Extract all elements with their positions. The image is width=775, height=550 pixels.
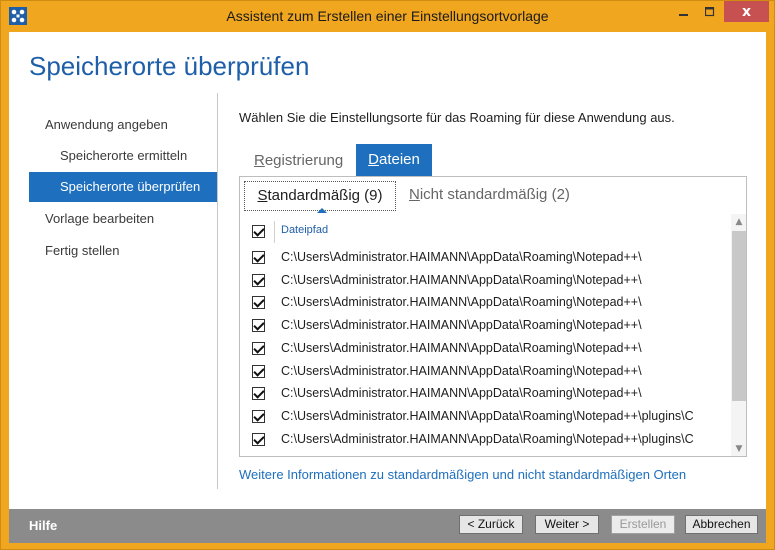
- row-checkbox[interactable]: [252, 432, 265, 446]
- column-header: Dateipfad: [252, 221, 722, 245]
- maximize-button[interactable]: [697, 1, 723, 22]
- wizard-window: Assistent zum Erstellen einer Einstellun…: [0, 0, 775, 550]
- minimize-button[interactable]: [670, 1, 697, 22]
- tab-registrierung-label: egistrierung: [264, 152, 344, 169]
- table-row[interactable]: C:\Users\Administrator.HAIMANN\AppData\R…: [240, 383, 730, 405]
- row-checkbox[interactable]: [252, 387, 265, 401]
- row-checkbox[interactable]: [252, 273, 265, 287]
- nav-step-anwendung-angeben[interactable]: Anwendung angeben: [29, 110, 217, 140]
- file-path: C:\Users\Administrator.HAIMANN\AppData\R…: [281, 363, 642, 378]
- file-path: C:\Users\Administrator.HAIMANN\AppData\R…: [281, 431, 694, 446]
- subtab-standardmaessig-label: tandardmäßig (9): [267, 187, 383, 204]
- table-row[interactable]: C:\Users\Administrator.HAIMANN\AppData\R…: [240, 315, 730, 337]
- file-list: C:\Users\Administrator.HAIMANN\AppData\R…: [240, 247, 730, 456]
- row-checkbox[interactable]: [252, 364, 265, 378]
- column-header-dateipfad[interactable]: Dateipfad: [281, 224, 328, 236]
- window-title: Assistent zum Erstellen einer Einstellun…: [226, 8, 549, 24]
- nav-step-speicherorte-ermitteln[interactable]: Speicherorte ermitteln: [29, 141, 217, 171]
- table-row[interactable]: C:\Users\Administrator.HAIMANN\AppData\R…: [240, 429, 730, 451]
- tab-registrierung[interactable]: Registrierung: [254, 152, 343, 169]
- minimize-icon: [678, 13, 688, 16]
- file-path: C:\Users\Administrator.HAIMANN\AppData\R…: [281, 272, 642, 287]
- scroll-down-icon[interactable]: ▼: [731, 441, 746, 456]
- footer-bar: Hilfe < Zurück Weiter > Erstellen Abbrec…: [9, 509, 766, 543]
- subtab-nicht-standardmaessig[interactable]: Nicht standardmäßig (2): [409, 186, 570, 203]
- nav-step-fertig-stellen[interactable]: Fertig stellen: [29, 236, 217, 266]
- row-checkbox[interactable]: [252, 409, 265, 423]
- close-button[interactable]: x: [724, 1, 769, 22]
- scroll-thumb[interactable]: [732, 231, 746, 401]
- files-panel: Standardmäßig (9) Nicht standardmäßig (2…: [239, 176, 747, 457]
- nav-step-speicherorte-ueberpruefen[interactable]: Speicherorte überprüfen: [29, 172, 217, 202]
- next-button[interactable]: Weiter >: [535, 515, 599, 534]
- vertical-scrollbar[interactable]: ▲ ▼: [731, 214, 746, 456]
- table-row[interactable]: C:\Users\Administrator.HAIMANN\AppData\R…: [240, 247, 730, 269]
- selected-tab-caret-icon: [317, 208, 327, 213]
- row-checkbox[interactable]: [252, 341, 265, 355]
- file-path: C:\Users\Administrator.HAIMANN\AppData\R…: [281, 340, 642, 355]
- table-row[interactable]: C:\Users\Administrator.HAIMANN\AppData\R…: [240, 270, 730, 292]
- maximize-icon: [705, 6, 715, 16]
- file-path: C:\Users\Administrator.HAIMANN\AppData\R…: [281, 318, 642, 333]
- back-button[interactable]: < Zurück: [459, 515, 523, 534]
- file-path: C:\Users\Administrator.HAIMANN\AppData\R…: [281, 408, 694, 423]
- file-path: C:\Users\Administrator.HAIMANN\AppData\R…: [281, 295, 642, 310]
- page-title: Speicherorte überprüfen: [29, 51, 310, 81]
- file-path: C:\Users\Administrator.HAIMANN\AppData\R…: [281, 250, 642, 264]
- subtab-standardmaessig[interactable]: Standardmäßig (9): [244, 181, 396, 213]
- table-row[interactable]: C:\Users\Administrator.HAIMANN\AppData\R…: [240, 292, 730, 314]
- file-path: C:\Users\Administrator.HAIMANN\AppData\R…: [281, 386, 642, 401]
- nav-divider: [217, 93, 218, 489]
- subtab-standardmaessig-accesskey: S: [257, 187, 268, 204]
- tab-dateien-label: ateien: [378, 151, 420, 168]
- select-all-checkbox[interactable]: [252, 225, 265, 238]
- nav-step-vorlage-bearbeiten[interactable]: Vorlage bearbeiten: [29, 204, 217, 234]
- tab-registrierung-accesskey: R: [254, 152, 265, 169]
- subtab-nicht-standardmaessig-label: icht standardmäßig (2): [419, 186, 570, 203]
- subtab-nicht-standardmaessig-accesskey: N: [409, 186, 420, 203]
- more-info-link[interactable]: Weitere Informationen zu standardmäßigen…: [239, 467, 686, 482]
- row-checkbox[interactable]: [252, 251, 265, 264]
- row-checkbox[interactable]: [252, 319, 265, 333]
- table-row[interactable]: C:\Users\Administrator.HAIMANN\AppData\R…: [240, 338, 730, 360]
- help-link[interactable]: Hilfe: [29, 518, 57, 533]
- title-bar[interactable]: Assistent zum Erstellen einer Einstellun…: [1, 1, 774, 32]
- wizard-content: Speicherorte überprüfen Anwendung angebe…: [9, 32, 766, 543]
- close-icon: x: [741, 3, 752, 20]
- create-button[interactable]: Erstellen: [611, 515, 675, 534]
- column-separator: [274, 221, 275, 243]
- tab-dateien-accesskey: D: [368, 151, 379, 168]
- scroll-up-icon[interactable]: ▲: [731, 214, 746, 230]
- table-row[interactable]: C:\Users\Administrator.HAIMANN\AppData\R…: [240, 406, 730, 428]
- table-row[interactable]: C:\Users\Administrator.HAIMANN\AppData\R…: [240, 361, 730, 383]
- instruction-text: Wählen Sie die Einstellungsorte für das …: [239, 110, 675, 125]
- cancel-button[interactable]: Abbrechen: [685, 515, 758, 534]
- row-checkbox[interactable]: [252, 296, 265, 310]
- tab-dateien[interactable]: Dateien: [356, 144, 432, 176]
